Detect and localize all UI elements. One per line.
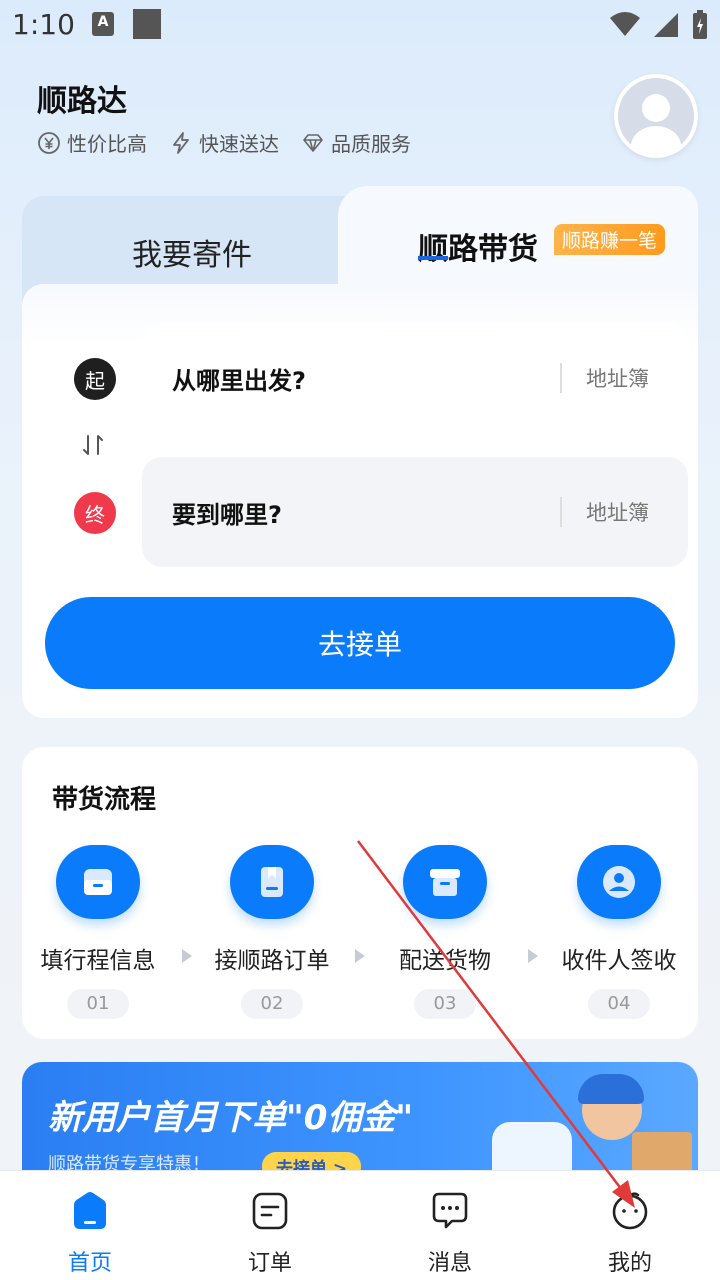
box-icon (403, 845, 487, 919)
step-number: 04 (588, 989, 650, 1019)
process-title: 带货流程 (52, 785, 157, 815)
process-step: 收件人签收 04 (539, 845, 699, 1019)
signal-icon (654, 13, 678, 37)
nav-messages[interactable]: 消息 (360, 1171, 540, 1280)
nav-label: 首页 (67, 1251, 112, 1276)
feature-label: 品质服务 (331, 132, 411, 156)
from-address-book-link[interactable]: 地址簿 (586, 363, 649, 393)
feature-quality: 品质服务 (301, 128, 411, 157)
step-number: 02 (241, 989, 303, 1019)
tab-send-label: 我要寄件 (132, 238, 252, 273)
bookmark-doc-icon (230, 845, 314, 919)
step-arrow-icon (355, 949, 365, 963)
nav-label: 消息 (427, 1251, 472, 1276)
lightning-icon (173, 131, 189, 154)
step-arrow-icon (528, 949, 538, 963)
truck-illustration (492, 1122, 572, 1172)
nav-orders[interactable]: 订单 (180, 1171, 360, 1280)
tab-carry-label[interactable]: 顺路带货 (418, 224, 538, 268)
home-icon (74, 1192, 106, 1229)
package-illustration (632, 1132, 692, 1172)
step-label: 接顺路订单 (214, 948, 330, 974)
wifi-icon (610, 12, 640, 36)
avatar-placeholder-icon (618, 78, 694, 154)
start-marker: 起 (74, 358, 116, 400)
to-address-field[interactable]: 要到哪里? 地址簿 (142, 457, 688, 567)
banner-title: 新用户首月下单"0佣金" (48, 1098, 414, 1138)
notification-square-icon (133, 9, 161, 39)
from-placeholder: 从哪里出发? (172, 367, 306, 395)
inbox-icon (56, 845, 140, 919)
app-title: 顺路达 (37, 84, 127, 119)
order-icon (252, 1192, 288, 1230)
route-card: 我要寄件 顺路带货 顺路赚一笔 起 终 从哪里出发? 地址簿 要到哪里? 地址簿… (22, 186, 698, 718)
feature-fast: 快速送达 (169, 128, 279, 157)
nav-label: 我的 (607, 1251, 652, 1276)
accept-order-button[interactable]: 去接单 (45, 597, 675, 689)
banner-subtitle: 顺路带货专享特惠！ (48, 1154, 210, 1172)
swap-icon[interactable] (80, 432, 106, 458)
process-card: 带货流程 填行程信息 01 接顺路订单 02 配送货物 03 收件人签收 04 (22, 747, 698, 1039)
step-number: 03 (414, 989, 476, 1019)
step-number: 01 (67, 989, 129, 1019)
notification-a-icon: A (92, 12, 114, 36)
process-step: 填行程信息 01 (18, 845, 178, 1019)
divider (560, 497, 562, 527)
from-address-field[interactable]: 从哪里出发? 地址簿 (142, 323, 688, 433)
yen-icon (38, 131, 60, 154)
nav-profile[interactable]: 我的 (540, 1171, 720, 1280)
end-marker: 终 (74, 492, 116, 534)
process-step: 配送货物 03 (365, 845, 525, 1019)
banner-button[interactable]: 去接单 > (262, 1152, 362, 1172)
to-address-book-link[interactable]: 地址簿 (586, 497, 649, 527)
process-step: 接顺路订单 02 (192, 845, 352, 1019)
to-placeholder: 要到哪里? (172, 501, 282, 529)
status-time: 1:10 (12, 8, 75, 41)
courier-cap-illustration (578, 1074, 644, 1104)
promo-banner[interactable]: 新用户首月下单"0佣金" 顺路带货专享特惠！ 去接单 > (22, 1062, 698, 1172)
step-label: 填行程信息 (40, 948, 156, 974)
battery-icon (693, 10, 707, 39)
step-label: 配送货物 (399, 948, 491, 974)
nav-home[interactable]: 首页 (0, 1171, 180, 1280)
user-icon (577, 845, 661, 919)
divider (560, 363, 562, 393)
promo-badge: 顺路赚一笔 (554, 224, 666, 255)
message-icon (432, 1192, 468, 1229)
feature-label: 快速送达 (199, 132, 279, 156)
status-indicators (610, 10, 708, 40)
avatar[interactable] (614, 74, 698, 158)
step-arrow-icon (182, 949, 192, 963)
step-label: 收件人签收 (561, 948, 677, 974)
profile-icon (612, 1192, 648, 1230)
feature-list: 性价比高 快速送达 品质服务 (37, 128, 411, 157)
nav-label: 订单 (247, 1251, 292, 1276)
feature-value: 性价比高 (37, 128, 147, 157)
bottom-nav: 首页 订单 消息 我的 (0, 1170, 720, 1280)
status-bar: 1:10 A (0, 0, 720, 50)
diamond-icon (303, 133, 323, 152)
feature-label: 性价比高 (67, 132, 147, 156)
tab-active-indicator (418, 256, 448, 260)
